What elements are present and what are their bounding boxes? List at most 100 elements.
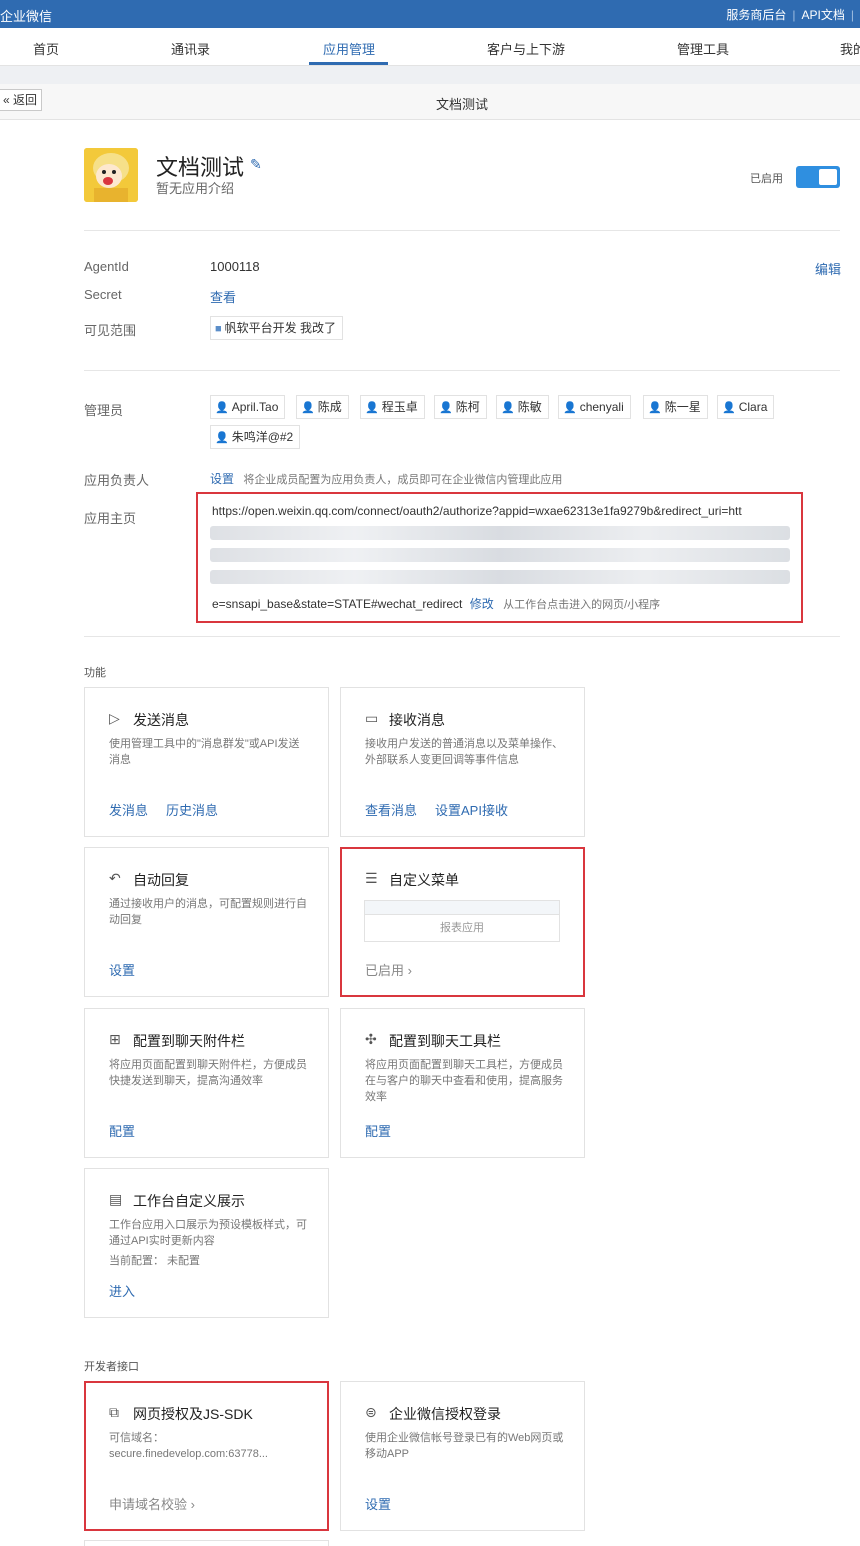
nav-mine[interactable]: 我的 (840, 39, 860, 58)
admin-tag[interactable]: 👤 朱鸣洋@#2 (210, 425, 301, 449)
nav-home[interactable]: 首页 (33, 39, 59, 58)
workbench-enter-link[interactable]: 进入 (109, 1284, 135, 1299)
brand-logo-text: 企业微信 (0, 9, 53, 24)
send-message-link[interactable]: 发消息 (109, 803, 148, 818)
edit-button[interactable]: 编辑 (815, 259, 841, 278)
user-icon: 👤 (722, 402, 736, 414)
card-web-auth-jssdk: ⧉ 网页授权及JS-SDK 可信域名：secure.finedevelop.co… (84, 1381, 329, 1531)
toolbar-icon: ✣ (365, 1031, 377, 1047)
top-links: 服务商后台 | API文档 | (726, 8, 854, 22)
folder-icon: ■ (215, 323, 222, 335)
sub-header: « 返回 文档测试 (0, 84, 860, 120)
user-icon: 👤 (215, 402, 229, 414)
homepage-hint: 从工作台点击进入的网页/小程序 (503, 599, 661, 611)
card-desc: 工作台应用入口展示为预设模板样式，可通过API实时更新内容 (109, 1219, 307, 1247)
admin-tag[interactable]: 👤 chenyali (558, 395, 631, 419)
set-api-receive-link[interactable]: 设置API接收 (435, 803, 508, 818)
card-title: 网页授权及JS-SDK (133, 1406, 253, 1422)
owner-label: 应用负责人 (84, 473, 150, 488)
card-title: 企业微信授权登录 (389, 1406, 501, 1422)
admin-tag[interactable]: 👤 Clara (717, 395, 775, 419)
card-title: 自定义菜单 (389, 872, 459, 888)
send-icon: ▷ (109, 710, 120, 726)
homepage-url-first-line: https://open.weixin.qq.com/connect/oauth… (212, 504, 742, 518)
card-desc: 使用管理工具中的"消息群发"或API发送消息 (109, 738, 300, 766)
card-title: 接收消息 (389, 712, 445, 728)
card-workbench-display: ▤ 工作台自定义展示 工作台应用入口展示为预设模板样式，可通过API实时更新内容… (84, 1168, 329, 1318)
workbench-current-config: 当前配置： 未配置 (109, 1255, 201, 1267)
user-icon: 👤 (563, 402, 577, 414)
attachment-config-link[interactable]: 配置 (109, 1124, 135, 1139)
card-actions: 申请域名校验 › (109, 1494, 213, 1513)
app-avatar[interactable] (84, 148, 138, 202)
nav-tools[interactable]: 管理工具 (677, 39, 729, 58)
nav-contacts[interactable]: 通讯录 (171, 39, 210, 58)
card-receive-message: ▭ 接收消息 接收用户发送的普通消息以及菜单操作、外部联系人变更回调等事件信息 … (340, 687, 585, 837)
secret-label: Secret (84, 287, 122, 302)
enable-toggle[interactable] (796, 166, 840, 188)
homepage-modify-link[interactable]: 修改 (470, 597, 494, 611)
admin-tag[interactable]: 👤 陈一星 (643, 395, 708, 419)
divider (84, 370, 840, 371)
secret-view-link[interactable]: 查看 (210, 287, 236, 306)
menu-preview-label: 报表应用 (440, 922, 484, 934)
blurred-url-line (210, 548, 790, 562)
api-docs-link[interactable]: API文档 (802, 8, 845, 22)
user-icon: 👤 (501, 402, 515, 414)
nav-active-indicator (309, 62, 388, 65)
card-custom-menu: ☰ 自定义菜单 报表应用 已启用 › (340, 847, 585, 997)
domain-verify-link[interactable]: 申请域名校验 › (109, 1497, 195, 1512)
card-desc: 将应用页面配置到聊天附件栏，方便成员快捷发送到聊天，提高沟通效率 (109, 1059, 307, 1087)
card-actions: 配置 (365, 1121, 409, 1140)
owner-row: 设置 将企业成员配置为应用负责人，成员即可在企业微信内管理此应用 (210, 470, 562, 487)
menu-preview-top (365, 901, 559, 915)
homepage-url-last-line: e=snsapi_base&state=STATE#wechat_redirec… (212, 595, 660, 612)
toolbar-config-link[interactable]: 配置 (365, 1124, 391, 1139)
admin-tag[interactable]: 👤 April.Tao (210, 395, 286, 419)
login-set-link[interactable]: 设置 (365, 1497, 391, 1512)
gray-strip (0, 66, 860, 84)
page-title: 文档测试 (435, 97, 488, 112)
toggle-knob (819, 169, 837, 185)
edit-pencil-icon[interactable]: ✎ (250, 156, 262, 173)
scope-tag[interactable]: ■ 帆软平台开发 我改了 (210, 316, 343, 340)
attachment-icon: ⊞ (109, 1031, 121, 1047)
admin-tag[interactable]: 👤 陈柯 (434, 395, 487, 419)
card-chat-toolbar: ✣ 配置到聊天工具栏 将应用页面配置到聊天工具栏，方便成员在与客户的聊天中查看和… (340, 1008, 585, 1158)
menu-preview[interactable]: 报表应用 (364, 900, 560, 942)
admin-name: Clara (738, 400, 768, 414)
card-title: 发送消息 (133, 712, 189, 728)
card-desc: 通过接收用户的消息，可配置规则进行自动回复 (109, 898, 307, 926)
web-auth-icon: ⧉ (109, 1404, 119, 1420)
card-auto-reply: ↶ 自动回复 通过接收用户的消息，可配置规则进行自动回复 设置 (84, 847, 329, 997)
functions-section-label: 功能 (84, 667, 106, 679)
workbench-icon: ▤ (109, 1191, 123, 1207)
menu-icon: ☰ (365, 870, 378, 886)
history-message-link[interactable]: 历史消息 (166, 803, 218, 818)
service-provider-link[interactable]: 服务商后台 (726, 8, 786, 22)
view-message-link[interactable]: 查看消息 (365, 803, 417, 818)
admin-name: 程玉卓 (381, 400, 418, 414)
custom-menu-status[interactable]: 已启用 › (365, 963, 412, 978)
message-icon: ▭ (365, 710, 379, 726)
reply-icon: ↶ (109, 870, 121, 886)
nav-customers[interactable]: 客户与上下游 (487, 39, 565, 58)
divider (84, 636, 840, 637)
user-icon: 👤 (648, 402, 662, 414)
admin-name: 朱鸣洋@#2 (231, 430, 294, 444)
card-send-message: ▷ 发送消息 使用管理工具中的"消息群发"或API发送消息 发消息 历史消息 (84, 687, 329, 837)
admin-tag[interactable]: 👤 程玉卓 (360, 395, 425, 419)
admin-tag[interactable]: 👤 陈敏 (496, 395, 549, 419)
nav-app-management[interactable]: 应用管理 (323, 39, 375, 58)
admin-tag[interactable]: 👤 陈成 (296, 395, 349, 419)
card-desc: 可信域名：secure.finedevelop.com:63778... (109, 1432, 268, 1460)
owner-set-link[interactable]: 设置 (210, 472, 234, 486)
blurred-url-line (210, 570, 790, 584)
developer-section-label: 开发者接口 (84, 1361, 139, 1373)
auto-reply-set-link[interactable]: 设置 (109, 963, 135, 978)
admin-name: 陈一星 (664, 400, 701, 414)
admin-name: chenyali (579, 400, 624, 414)
card-title: 配置到聊天工具栏 (389, 1033, 501, 1049)
user-icon: 👤 (301, 402, 315, 414)
homepage-url-box: https://open.weixin.qq.com/connect/oauth… (196, 492, 803, 623)
